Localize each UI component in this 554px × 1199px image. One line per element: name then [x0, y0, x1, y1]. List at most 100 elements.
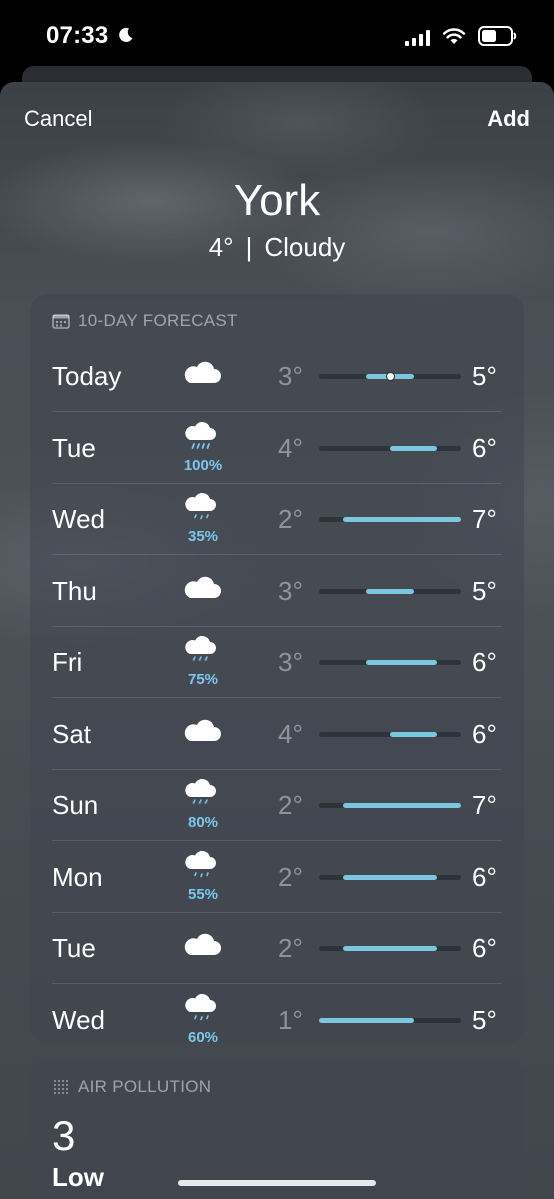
- forecast-row[interactable]: Fri * * * 75% 3° 6°: [30, 627, 524, 698]
- temperature-range-bar: [366, 588, 414, 594]
- forecast-row[interactable]: Wed 60% 1° 5°: [30, 985, 524, 1056]
- forecast-day: Tue: [52, 432, 96, 463]
- current-condition: Cloudy: [264, 232, 346, 262]
- cancel-button[interactable]: Cancel: [24, 106, 92, 132]
- forecast-header: 10-DAY FORECAST: [52, 311, 238, 331]
- current-conditions: 4° | Cloudy: [0, 232, 554, 263]
- low-temperature: 2°: [278, 504, 303, 534]
- forecast-row[interactable]: Wed 35% 2° 7°: [30, 484, 524, 555]
- weather-icon-wrap: [180, 341, 226, 412]
- temperature-range-track: [319, 445, 461, 451]
- cloud-icon: [184, 933, 221, 955]
- cloud-icon: [184, 361, 221, 383]
- high-temperature: 6°: [472, 718, 497, 749]
- air-quality-level: Low: [52, 1162, 104, 1192]
- high-temperature: 5°: [472, 1004, 497, 1035]
- weather-icon-wrap: [180, 556, 226, 627]
- battery-icon: [478, 26, 517, 46]
- forecast-title: 10-DAY FORECAST: [78, 311, 238, 330]
- calendar-icon: [52, 314, 70, 329]
- temperature-range-track: [319, 1017, 461, 1023]
- forecast-row[interactable]: Thu 3° 5°: [30, 556, 524, 627]
- high-temperature: 6°: [472, 647, 497, 677]
- precipitation-chance: 75%: [187, 671, 219, 688]
- low-temperature: 4°: [278, 432, 303, 463]
- forecast-row[interactable]: Sun * * * 80% 2° 7°: [30, 770, 524, 841]
- temperature-range-track: [319, 874, 461, 880]
- weather-icon-wrap: [180, 699, 226, 770]
- air-pollution-card[interactable]: AIR POLLUTION 3 Low: [30, 1060, 524, 1199]
- temperature-range-bar: [342, 803, 461, 808]
- air-quality-icon: [53, 1079, 69, 1095]
- drizzle-icon: [185, 993, 216, 1020]
- high-temperature: 6°: [472, 861, 497, 892]
- status-time: 07:33: [46, 22, 109, 49]
- forecast-day: Sat: [52, 718, 92, 749]
- low-temperature: 2°: [278, 790, 303, 820]
- forecast-row[interactable]: Sat 4° 6°: [30, 699, 524, 770]
- high-temperature: 6°: [472, 432, 497, 463]
- low-temperature: 4°: [278, 718, 303, 749]
- forecast-day: Sun: [52, 790, 99, 820]
- precipitation-chance: 55%: [187, 885, 219, 903]
- temperature-range-bar: [342, 874, 438, 880]
- temperature-range-bar: [319, 1017, 414, 1023]
- temperature-range-track: [319, 660, 461, 665]
- forecast-day: Wed: [52, 504, 105, 534]
- home-indicator[interactable]: [178, 1180, 376, 1186]
- temperature-range-track: [319, 588, 461, 594]
- temperature-range-bar: [390, 445, 438, 451]
- low-temperature: 3°: [278, 361, 303, 391]
- status-bar: 07:33: [0, 0, 554, 72]
- city-name: York: [233, 176, 321, 225]
- current-temperature-dot: [385, 372, 395, 381]
- forecast-day: Wed: [52, 1004, 105, 1035]
- current-temperature: 4°: [208, 232, 234, 262]
- temperature-range-bar: [366, 660, 438, 665]
- forecast-row[interactable]: Tue 2° 6°: [30, 913, 524, 984]
- weather-icon-wrap: [180, 913, 226, 984]
- cloud-icon: [184, 576, 221, 598]
- drizzle-icon: [185, 492, 216, 520]
- drizzle-icon: [185, 850, 216, 877]
- forecast-day: Tue: [52, 933, 96, 963]
- air-pollution-header: AIR POLLUTION: [52, 1077, 211, 1097]
- high-temperature: 7°: [472, 790, 497, 820]
- low-temperature: 3°: [278, 647, 303, 677]
- sleet-icon: * * *: [185, 635, 216, 665]
- temperature-range-track: [319, 517, 461, 522]
- forecast-row[interactable]: Tue 100% 4° 6°: [30, 413, 524, 484]
- forecast-day: Mon: [52, 861, 103, 892]
- forecast-day: Today: [52, 361, 122, 391]
- temperature-range-track: [319, 731, 461, 737]
- forecast-day: Thu: [52, 575, 97, 606]
- forecast-row[interactable]: Today 3° 5°: [30, 341, 524, 412]
- precipitation-chance: 80%: [187, 814, 219, 831]
- precipitation-chance: 35%: [187, 528, 219, 545]
- forecast-day: Fri: [52, 647, 83, 677]
- high-temperature: 6°: [472, 933, 497, 963]
- wifi-icon: [442, 28, 466, 44]
- ten-day-forecast-card[interactable]: 10-DAY FORECAST Today 3° 5° Tue 100% 4° 6° Wed 3…: [30, 294, 524, 1046]
- temperature-range-track: [319, 946, 461, 951]
- moon-icon: [119, 27, 133, 42]
- temperature-range-track: [319, 372, 461, 381]
- cloud-icon: [184, 719, 221, 741]
- high-temperature: 7°: [472, 504, 497, 534]
- forecast-row[interactable]: Mon 55% 2° 6°: [30, 842, 524, 913]
- high-temperature: 5°: [472, 575, 497, 606]
- temperature-range-track: [319, 803, 461, 808]
- precipitation-chance: 60%: [187, 1028, 219, 1046]
- low-temperature: 3°: [278, 575, 303, 606]
- sleet-icon: * * *: [185, 778, 216, 808]
- rain-icon: [185, 421, 216, 449]
- low-temperature: 2°: [278, 933, 303, 963]
- low-temperature: 2°: [278, 861, 303, 892]
- precipitation-chance: 100%: [183, 456, 223, 474]
- air-pollution-title: AIR POLLUTION: [78, 1077, 212, 1096]
- low-temperature: 1°: [278, 1004, 303, 1035]
- temperature-range-bar: [342, 517, 461, 522]
- weather-sheet: Cancel Add York 4° | Cloudy 10-DAY FORECAS…: [0, 82, 554, 1199]
- add-button[interactable]: Add: [487, 106, 530, 132]
- air-quality-index: 3: [52, 1112, 76, 1159]
